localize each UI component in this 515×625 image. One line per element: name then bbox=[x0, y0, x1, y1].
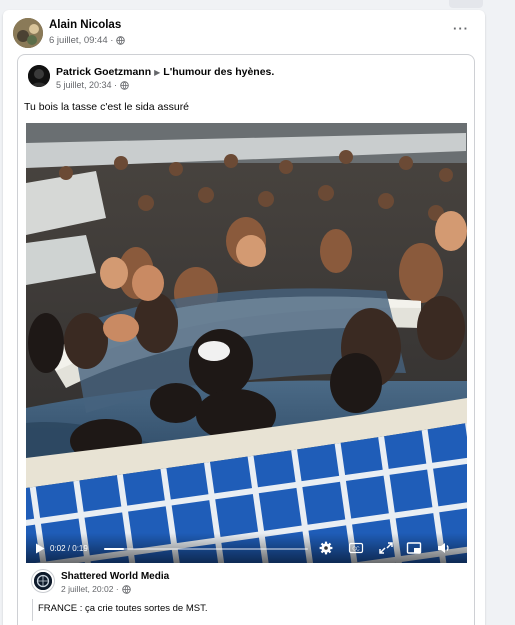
quoted-timestamp-text: 2 juillet, 20:02 · bbox=[61, 584, 119, 594]
author-avatar[interactable] bbox=[13, 18, 43, 48]
captions-icon[interactable]: CC bbox=[348, 541, 364, 555]
video-player[interactable]: 0:02 / 0:19 CC bbox=[26, 123, 467, 563]
group-name[interactable]: L'humour des hyènes. bbox=[163, 66, 274, 78]
video-controls: 0:02 / 0:19 CC bbox=[26, 533, 467, 563]
video-progress-bar[interactable] bbox=[104, 548, 308, 550]
shared-timestamp-text: 5 juillet, 20:34 · bbox=[56, 80, 118, 90]
globe-icon bbox=[116, 36, 126, 45]
svg-text:CC: CC bbox=[352, 546, 360, 552]
post-header: Alain Nicolas 6 juillet, 09:44 · ··· bbox=[3, 10, 485, 58]
globe-icon bbox=[120, 80, 129, 90]
quoted-post-text: FRANCE : ça crie toutes sortes de MST. bbox=[38, 603, 208, 614]
arrow-right-icon: ▶ bbox=[154, 67, 161, 77]
settings-icon[interactable] bbox=[318, 541, 334, 555]
shared-author-avatar[interactable] bbox=[28, 65, 50, 87]
top-tab[interactable] bbox=[449, 0, 483, 8]
play-icon[interactable] bbox=[35, 543, 45, 554]
globe-icon bbox=[121, 584, 131, 594]
shared-author-name[interactable]: Patrick Goetzmann bbox=[56, 66, 151, 78]
shared-post: Patrick Goetzmann ▶ L'humour des hyènes.… bbox=[17, 54, 475, 625]
quoted-author-avatar[interactable] bbox=[32, 570, 54, 592]
shared-post-text: Tu bois la tasse c'est le sida assuré bbox=[24, 101, 190, 113]
miniplayer-icon[interactable] bbox=[406, 541, 422, 555]
video-time: 0:02 / 0:19 bbox=[50, 544, 88, 553]
quoted-author-name[interactable]: Shattered World Media bbox=[61, 571, 169, 582]
quoted-rule bbox=[32, 599, 33, 621]
post-timestamp[interactable]: 6 juillet, 09:44 · bbox=[49, 35, 126, 46]
post-timestamp-text: 6 juillet, 09:44 · bbox=[49, 35, 114, 46]
quoted-post: Shattered World Media 2 juillet, 20:02 ·… bbox=[26, 563, 467, 625]
shared-timestamp[interactable]: 5 juillet, 20:34 · bbox=[56, 80, 129, 90]
author-name[interactable]: Alain Nicolas bbox=[49, 19, 121, 31]
video-frame bbox=[26, 123, 467, 563]
more-options-button[interactable]: ··· bbox=[450, 22, 472, 38]
feed-post: Alain Nicolas 6 juillet, 09:44 · ··· Pat… bbox=[3, 10, 485, 625]
video-progress-fill bbox=[104, 548, 125, 550]
expand-icon[interactable] bbox=[378, 541, 394, 555]
volume-icon[interactable] bbox=[436, 541, 452, 555]
shared-author-line: Patrick Goetzmann ▶ L'humour des hyènes. bbox=[56, 66, 274, 78]
quoted-timestamp[interactable]: 2 juillet, 20:02 · bbox=[61, 584, 131, 594]
